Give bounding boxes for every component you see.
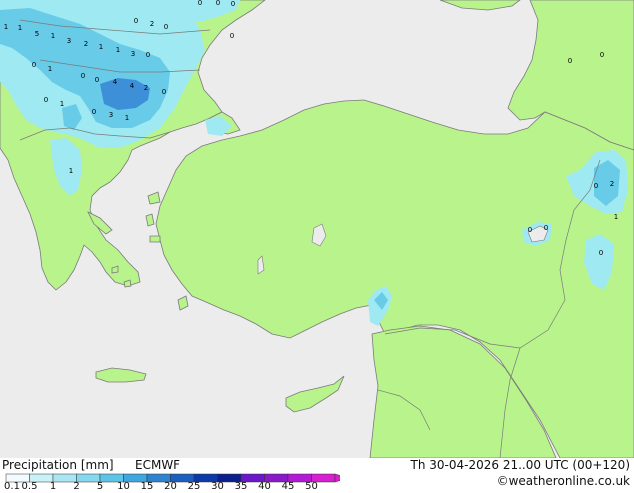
precip-label: 1 bbox=[51, 32, 55, 40]
precip-label: 0 bbox=[44, 96, 48, 104]
scale-label: 1 bbox=[49, 481, 57, 492]
precip-label: 0 bbox=[81, 72, 85, 80]
scale-label: 20 bbox=[164, 481, 177, 492]
scale-label: 35 bbox=[234, 481, 248, 492]
valid-datetime: Th 30-04-2026 21..00 UTC (00+120) bbox=[410, 458, 630, 472]
precip-label: 2 bbox=[150, 20, 154, 28]
precip-label: 0 bbox=[230, 32, 234, 40]
scale-label: 0.1 bbox=[4, 481, 20, 492]
scale-labels: 0.1 0.5 1 2 5 10 15 20 25 30 35 40 45 50 bbox=[0, 481, 340, 493]
precip-label: 1 bbox=[60, 100, 64, 108]
precip-label: 1 bbox=[4, 23, 8, 31]
scale-label: 10 bbox=[117, 481, 130, 492]
scale-label: 30 bbox=[211, 481, 224, 492]
precip-label: 0 bbox=[594, 182, 598, 190]
precip-label: 0 bbox=[146, 51, 150, 59]
scale-label: 50 bbox=[305, 481, 318, 492]
land-samos bbox=[149, 235, 161, 243]
precip-label: 0 bbox=[600, 51, 604, 59]
precip-label: 1 bbox=[99, 43, 103, 51]
precip-label: 0 bbox=[162, 88, 166, 96]
precip-label: 3 bbox=[131, 50, 135, 58]
precip-label: 1 bbox=[614, 213, 618, 221]
precip-label: 3 bbox=[109, 111, 113, 119]
scale-label: 25 bbox=[187, 481, 201, 492]
precip-label: 0 bbox=[528, 226, 532, 234]
copyright-credit: ©weatheronline.co.uk bbox=[496, 474, 630, 488]
scale-label: 0.5 bbox=[21, 481, 38, 492]
precip-label: 1 bbox=[48, 65, 52, 73]
precip-label: 0 bbox=[134, 17, 138, 25]
precip-label: 1 bbox=[69, 167, 73, 175]
precip-label: 0 bbox=[231, 0, 235, 8]
scale-label: 2 bbox=[73, 481, 80, 492]
precip-label: 2 bbox=[84, 40, 88, 48]
model-name: ECMWF bbox=[135, 458, 181, 472]
precip-label: 0 bbox=[95, 76, 99, 84]
precip-label: 0 bbox=[92, 108, 96, 116]
scale-label: 15 bbox=[140, 481, 154, 492]
precip-label: 4 bbox=[113, 78, 118, 86]
footer-title: Precipitation [mm] bbox=[2, 458, 114, 472]
precip-label: 1 bbox=[116, 46, 120, 54]
scale-label: 45 bbox=[281, 481, 295, 492]
precip-label: 3 bbox=[67, 37, 71, 45]
precip-label: 0 bbox=[164, 23, 168, 31]
precip-label: 0 bbox=[568, 57, 572, 65]
precip-label: 0 bbox=[32, 61, 36, 69]
precip-label: 2 bbox=[144, 84, 148, 92]
precip-label: 1 bbox=[18, 24, 22, 32]
precip-label: 5 bbox=[35, 30, 39, 38]
precipitation-map: 0 0 0 1 1 5 1 3 2 1 1 3 0 0 2 0 0 0 1 0 0 4 4 2 0 0 1 0 3 1 1 0 0 0 2 1 0 0 0 bbox=[0, 0, 634, 458]
precip-label: 1 bbox=[125, 114, 129, 122]
scale-label: 5 bbox=[96, 481, 104, 492]
precip-label: 0 bbox=[544, 224, 548, 232]
precip-label: 0 bbox=[198, 0, 202, 7]
precip-label: 0 bbox=[599, 249, 603, 257]
precip-label: 2 bbox=[610, 180, 614, 188]
scale-label: 40 bbox=[258, 481, 271, 492]
precip-label: 4 bbox=[130, 82, 135, 90]
precip-label: 0 bbox=[216, 0, 220, 7]
